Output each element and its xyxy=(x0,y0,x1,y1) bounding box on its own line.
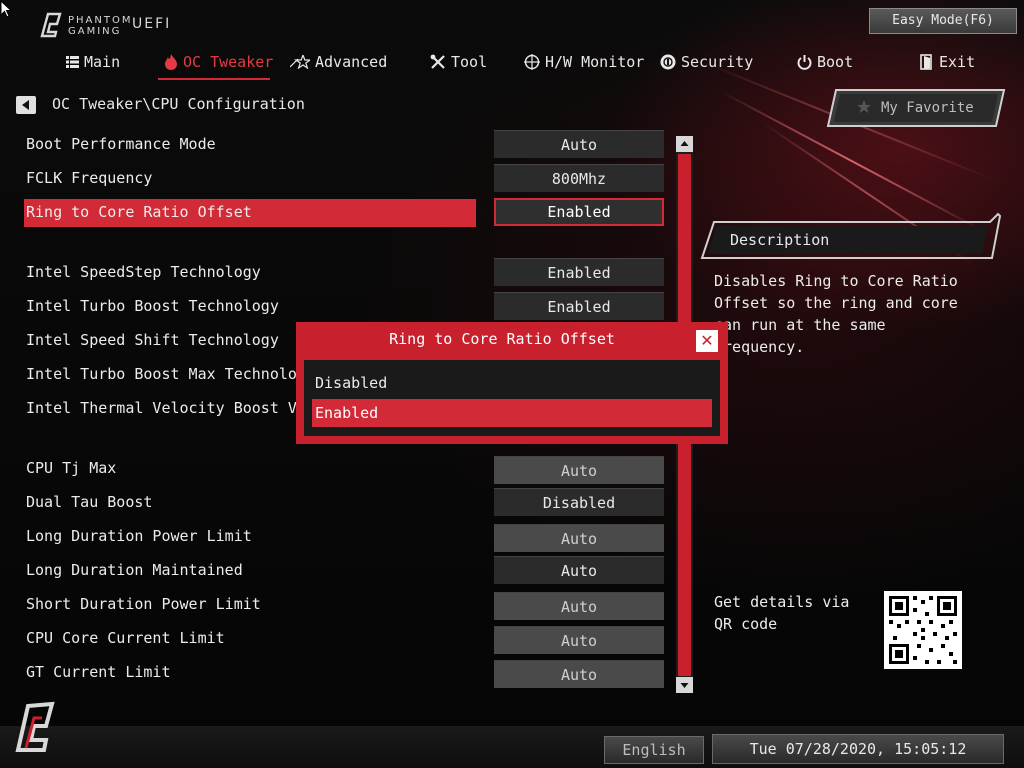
setting-value[interactable]: Auto xyxy=(494,660,664,688)
tab-label: Main xyxy=(84,53,121,71)
datetime-display: Tue 07/28/2020, 15:05:12 xyxy=(712,734,1004,764)
description-body: Disables Ring to Core Ratio Offset so th… xyxy=(714,272,958,356)
mouse-cursor-icon xyxy=(0,0,13,22)
tab-label: Advanced xyxy=(315,53,388,71)
setting-label[interactable]: CPU Tj Max xyxy=(26,459,116,477)
arrow-down-icon xyxy=(680,683,689,688)
language-button[interactable]: English xyxy=(604,736,704,764)
tab-label: Security xyxy=(681,53,754,71)
setting-value[interactable]: Auto xyxy=(494,130,664,158)
setting-value[interactable]: Enabled xyxy=(494,258,664,286)
active-tab-indicator xyxy=(158,78,270,80)
setting-label[interactable]: Intel Turbo Boost Technology xyxy=(26,297,279,315)
tab-label: Exit xyxy=(939,53,976,71)
setting-value[interactable]: Auto xyxy=(494,524,664,552)
setting-label[interactable]: Long Duration Power Limit xyxy=(26,527,252,545)
setting-value[interactable]: Enabled xyxy=(494,292,664,320)
phantom-gaming-logo-icon xyxy=(15,701,55,752)
exit-door-icon xyxy=(920,54,932,70)
breadcrumb: OC Tweaker\CPU Configuration xyxy=(52,95,305,113)
crosshair-icon xyxy=(524,54,540,70)
favorite-label: My Favorite xyxy=(881,100,974,116)
setting-label[interactable]: Dual Tau Boost xyxy=(26,493,152,511)
setting-label-selected[interactable]: Ring to Core Ratio Offset xyxy=(26,203,252,221)
my-favorite-button[interactable]: My Favorite xyxy=(826,88,1006,128)
tab-exit[interactable]: Exit xyxy=(920,50,975,74)
tab-tool[interactable]: Tool xyxy=(430,50,487,74)
tab-security[interactable]: Security xyxy=(660,50,753,74)
setting-value[interactable]: Auto xyxy=(494,556,664,584)
star-icon xyxy=(290,55,310,69)
setting-label[interactable]: Short Duration Power Limit xyxy=(26,595,261,613)
brand-name: PHANTOM GAMING xyxy=(68,15,132,37)
setting-value[interactable]: Auto xyxy=(494,456,664,484)
scroll-up-button[interactable] xyxy=(676,136,693,152)
setting-label[interactable]: Boot Performance Mode xyxy=(26,135,216,153)
list-icon xyxy=(66,56,79,68)
setting-value[interactable]: Disabled xyxy=(494,488,664,516)
easy-mode-button[interactable]: Easy Mode(F6) xyxy=(869,8,1017,34)
popup-option-disabled[interactable]: Disabled xyxy=(312,369,712,397)
qr-caption: Get details via QR code xyxy=(714,593,850,633)
tab-label: Tool xyxy=(451,53,488,71)
setting-label[interactable]: Intel Speed Shift Technology xyxy=(26,331,279,349)
popup-title: Ring to Core Ratio Offset xyxy=(389,330,615,348)
power-icon xyxy=(797,54,812,70)
tab-label: H/W Monitor xyxy=(545,53,645,71)
shield-icon xyxy=(660,54,676,70)
setting-label[interactable]: FCLK Frequency xyxy=(26,169,152,187)
brand-logo xyxy=(38,12,64,42)
tab-label: Boot xyxy=(817,53,854,71)
setting-value[interactable]: Auto xyxy=(494,592,664,620)
popup-option-enabled[interactable]: Enabled xyxy=(312,399,712,427)
setting-label[interactable]: Intel SpeedStep Technology xyxy=(26,263,261,281)
setting-label[interactable]: GT Current Limit xyxy=(26,663,171,681)
setting-value-selected[interactable]: Enabled xyxy=(494,198,664,226)
qr-code xyxy=(884,591,962,669)
tab-oc-tweaker[interactable]: OC Tweaker xyxy=(164,50,273,74)
tab-hw-monitor[interactable]: H/W Monitor xyxy=(524,50,644,74)
scroll-down-button[interactable] xyxy=(676,677,693,693)
description-title: Description xyxy=(730,231,830,249)
tools-icon xyxy=(430,54,445,69)
tab-boot[interactable]: Boot xyxy=(797,50,853,74)
brand-line-1: PHANTOM xyxy=(68,15,133,26)
flame-icon xyxy=(165,54,177,70)
setting-value[interactable]: Auto xyxy=(494,626,664,654)
asrock-pg-logo xyxy=(12,700,58,758)
close-icon[interactable]: ✕ xyxy=(696,330,718,352)
arrow-up-icon xyxy=(680,141,689,146)
setting-label[interactable]: CPU Core Current Limit xyxy=(26,629,225,647)
setting-label[interactable]: Long Duration Maintained xyxy=(26,561,243,579)
tab-main[interactable]: Main xyxy=(66,50,120,74)
back-button[interactable] xyxy=(16,96,36,114)
tab-advanced[interactable]: Advanced xyxy=(290,50,387,74)
qr-code-icon xyxy=(889,596,957,664)
setting-label[interactable]: Intel Turbo Boost Max Technology 3 xyxy=(26,365,333,383)
brand-line-2: GAMING xyxy=(68,26,122,37)
setting-label[interactable]: Intel Thermal Velocity Boost Volt xyxy=(26,399,324,417)
setting-value[interactable]: 800Mhz xyxy=(494,164,664,192)
brand-uefi: UEFI xyxy=(132,16,172,32)
phantom-gaming-logo-icon xyxy=(40,12,62,38)
tab-label: OC Tweaker xyxy=(183,53,274,71)
